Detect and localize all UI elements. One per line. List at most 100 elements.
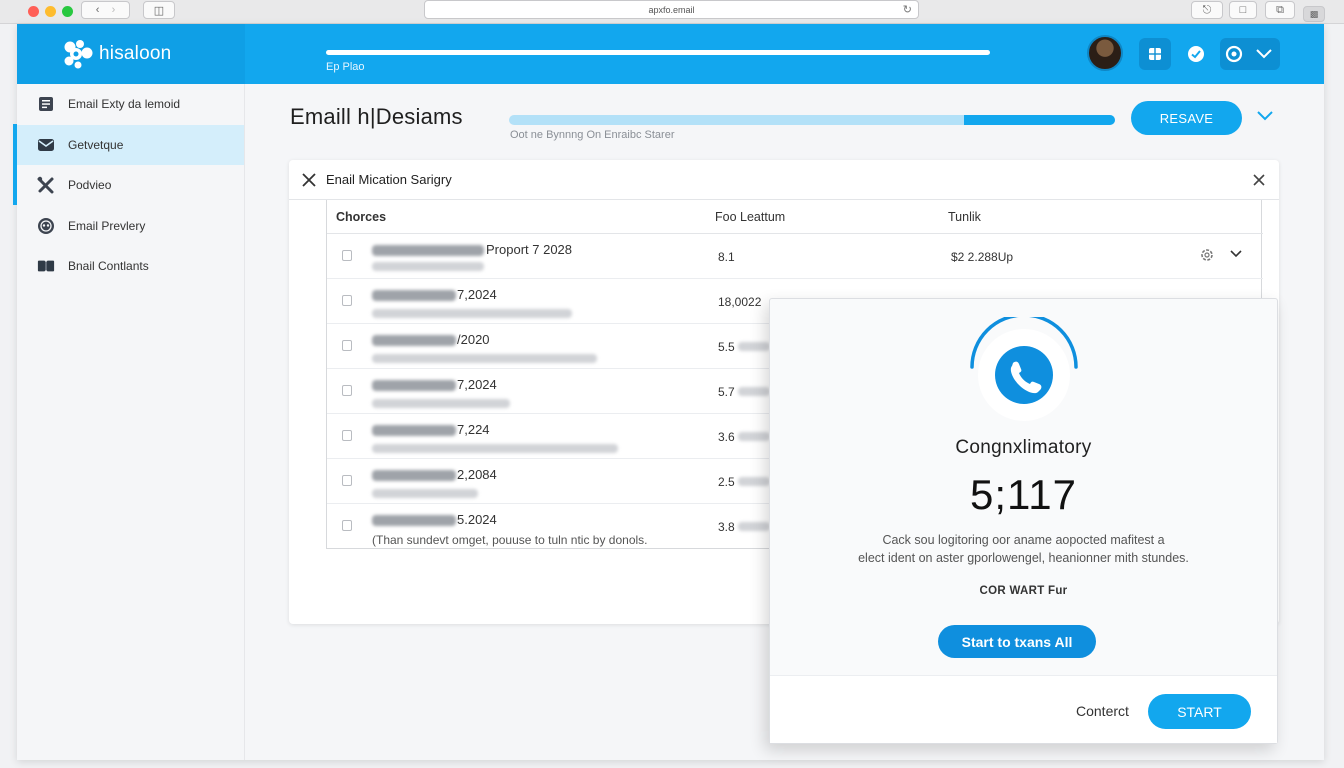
column-header-foo-leattum[interactable]: Foo Leattum — [715, 210, 785, 224]
start-button[interactable]: START — [1148, 694, 1251, 729]
logo[interactable]: hisaloon — [17, 24, 245, 84]
tabs-button[interactable]: ⧉ — [1265, 1, 1295, 19]
row-meta-redacted — [372, 399, 510, 408]
dashboard-button[interactable] — [1139, 38, 1171, 70]
browser-toolbar: ‹ › ◫ apxfo.email ↻ ⎋ □ ⧉ ▩ — [0, 0, 1344, 24]
row-meta-redacted — [372, 354, 597, 363]
window-maximize-button[interactable] — [62, 6, 73, 17]
row-value: 5.5 — [718, 340, 735, 354]
table-row[interactable]: Proport 7 2028 8.1 $2 2.288Up — [327, 234, 1263, 279]
row-name-redacted — [372, 425, 456, 436]
tabs-icon: ⧉ — [1276, 3, 1284, 16]
close-icon[interactable] — [301, 172, 317, 188]
dialog-tag: COR WART Fur — [979, 585, 1068, 597]
row-value-redacted — [738, 387, 770, 396]
sidebar-item-label: Getvetque — [68, 138, 124, 152]
header-subtitle: Oot ne Bynnng On Enraibc Starer — [510, 129, 675, 141]
sidebar-item-getvetque[interactable]: Getvetque — [17, 125, 244, 165]
resave-button[interactable]: RESAVE — [1131, 101, 1242, 135]
chevron-down-icon — [1256, 49, 1272, 59]
chevron-down-icon[interactable] — [1255, 108, 1275, 122]
contact-link[interactable]: Conterct — [1076, 703, 1129, 719]
app-window: hisaloon Ep Plao Email Exty da lemoid Ge… — [13, 24, 1324, 760]
avatar[interactable] — [1087, 35, 1123, 71]
window-minimize-button[interactable] — [45, 6, 56, 17]
row-title: 5.2024 — [457, 512, 497, 527]
sidebar-item-label: Email Exty da lemoid — [68, 97, 181, 111]
topbar-progress-bar — [326, 50, 990, 55]
row-title: Proport 7 2028 — [486, 242, 573, 257]
notifications-button[interactable] — [1180, 38, 1212, 70]
sidebar-toggle-icon: ◫ — [153, 4, 165, 17]
row-title: 7,2024 — [457, 377, 497, 392]
row-name-redacted — [372, 470, 456, 481]
row-checkbox[interactable] — [342, 340, 352, 351]
row-value: 18,0022 — [718, 295, 762, 309]
row-checkbox[interactable] — [342, 475, 352, 486]
logo-text: hisaloon — [99, 43, 172, 64]
dialog-body-line-1: Cack sou logitoring oor aname aopocted m… — [882, 533, 1165, 547]
grid-icon — [1149, 48, 1161, 60]
row-title: /2020 — [457, 332, 490, 347]
sidebar-item-podvieo[interactable]: Podvieo — [17, 165, 244, 205]
row-value: 2.5 — [718, 475, 735, 489]
extension-button[interactable]: ▩ — [1303, 6, 1325, 22]
sidebar-toggle-button[interactable]: ◫ — [143, 1, 175, 19]
gear-icon[interactable] — [1199, 247, 1215, 263]
address-bar[interactable]: apxfo.email ↻ — [424, 0, 919, 19]
logo-icon — [64, 40, 93, 69]
column-header-tunlik[interactable]: Tunlik — [948, 210, 981, 224]
dialog-body-line-2: elect ident on aster gporlowengel, heani… — [858, 551, 1189, 565]
row-checkbox[interactable] — [342, 430, 352, 441]
row-value: 3.8 — [718, 520, 735, 534]
page-title: Emaill h|Desiams — [290, 104, 463, 129]
account-menu-button[interactable] — [1220, 38, 1280, 70]
bookmark-icon: □ — [1239, 4, 1247, 16]
row-meta-redacted — [372, 444, 618, 453]
top-bar: hisaloon Ep Plao — [17, 24, 1324, 84]
sidebar-item-label: Podvieo — [68, 178, 112, 192]
close-icon[interactable] — [1253, 174, 1265, 186]
card-title: Enail Mication Sarigry — [326, 172, 452, 187]
row-title: 7,2024 — [457, 287, 497, 302]
row-name-redacted — [372, 335, 456, 346]
chevron-down-icon[interactable] — [1229, 249, 1243, 259]
row-value: 5.7 — [718, 385, 735, 399]
row-checkbox[interactable] — [342, 520, 352, 531]
sidebar-item-label: Bnail Contlants — [68, 259, 149, 273]
row-title: 2,2084 — [457, 467, 497, 482]
tools-icon — [37, 176, 55, 194]
row-checkbox[interactable] — [342, 295, 352, 306]
forward-icon[interactable]: › — [112, 4, 116, 16]
dialog-footer: Conterct START — [770, 675, 1277, 743]
sidebar-item-bnail-contlants[interactable]: Bnail Contlants — [17, 246, 244, 286]
check-circle-icon — [1188, 46, 1204, 62]
window-close-button[interactable] — [28, 6, 39, 17]
row-value-redacted — [738, 432, 770, 441]
row-value-redacted — [738, 477, 770, 486]
url-text: apxfo.email — [648, 4, 695, 15]
book-icon — [37, 257, 55, 275]
sidebar-item-email-prevlery[interactable]: Email Prevlery — [17, 206, 244, 246]
share-button[interactable]: ⎋ — [1191, 1, 1223, 19]
card-header: Enail Mication Sarigry — [289, 160, 1279, 200]
start-all-button[interactable]: Start to txans All — [938, 625, 1096, 658]
row-value: 8.1 — [718, 250, 735, 264]
topbar-caption: Ep Plao — [326, 61, 365, 73]
bookmark-button[interactable]: □ — [1229, 1, 1257, 19]
settings-icon — [1225, 45, 1243, 63]
row-checkbox[interactable] — [342, 250, 352, 261]
row-total: $2 2.288Up — [951, 250, 1014, 264]
back-icon[interactable]: ‹ — [96, 4, 100, 16]
row-title: 7,224 — [457, 422, 490, 437]
row-meta-redacted — [372, 309, 572, 318]
sidebar-item-email-exty[interactable]: Email Exty da lemoid — [17, 84, 244, 124]
row-name-redacted — [372, 245, 484, 256]
row-checkbox[interactable] — [342, 385, 352, 396]
sidebar-item-label: Email Prevlery — [68, 219, 146, 233]
back-forward-buttons[interactable]: ‹ › — [81, 1, 130, 19]
dialog-count: 5;117 — [970, 471, 1077, 518]
column-header-chorces[interactable]: Chorces — [336, 210, 386, 224]
reload-icon[interactable]: ↻ — [903, 3, 912, 16]
header-progress-bar — [509, 115, 1115, 125]
